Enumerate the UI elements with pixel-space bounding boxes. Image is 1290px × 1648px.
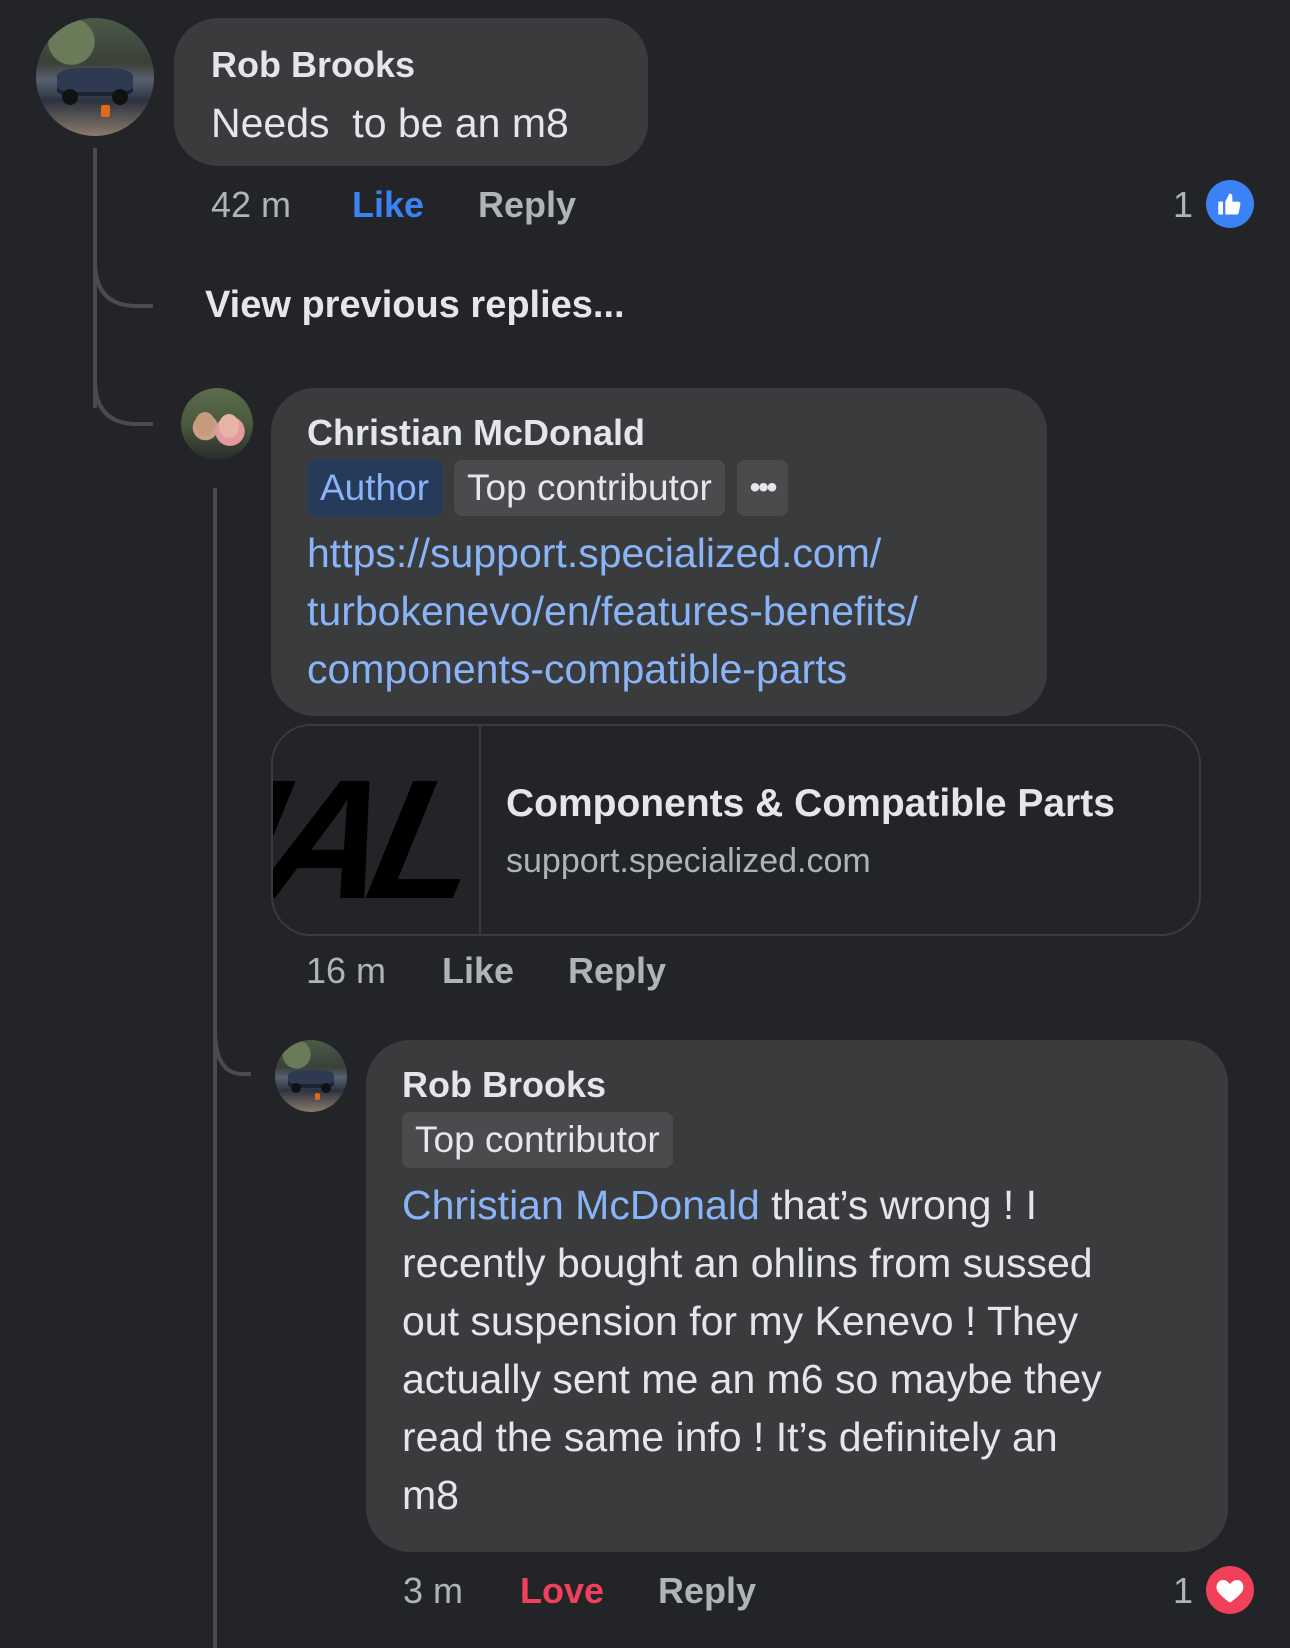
- avatar-christian-mcdonald[interactable]: [181, 388, 253, 460]
- comment-text-segment: that’s wrong ! I: [759, 1182, 1038, 1228]
- reply-button[interactable]: Reply: [478, 184, 576, 226]
- comment-text-line: recently bought an ohlins from sussed: [402, 1240, 1093, 1286]
- comment-time[interactable]: 3 m: [403, 1570, 463, 1612]
- face-shape: [195, 412, 215, 436]
- comment-author[interactable]: Rob Brooks: [402, 1064, 606, 1106]
- link-line[interactable]: https://support.specialized.com/: [307, 524, 918, 582]
- car-wheel: [321, 1083, 332, 1094]
- mention-link[interactable]: Christian McDonald: [402, 1182, 760, 1228]
- link-line[interactable]: components-compatible-parts: [307, 640, 918, 698]
- top-contributor-badge[interactable]: Top contributor: [402, 1112, 673, 1168]
- heart-icon[interactable]: [1206, 1566, 1254, 1614]
- cone-shape: [314, 1093, 321, 1101]
- reaction-count[interactable]: 1: [1173, 1570, 1193, 1612]
- thread-branch-christian: [93, 350, 153, 426]
- avatar-rob-brooks[interactable]: [36, 18, 154, 136]
- link-preview-thumbnail: IAL: [273, 726, 481, 934]
- view-previous-replies-link[interactable]: View previous replies...: [205, 284, 625, 327]
- face-shape: [219, 414, 239, 438]
- cone-shape: [100, 105, 111, 118]
- comment-author[interactable]: Christian McDonald: [307, 412, 645, 454]
- link-preview-card[interactable]: IAL Components & Compatible Parts suppor…: [271, 724, 1201, 936]
- top-contributor-badge[interactable]: Top contributor: [454, 460, 725, 516]
- link-line[interactable]: turbokenevo/en/features-benefits/: [307, 582, 918, 640]
- comment-text-line: m8: [402, 1472, 459, 1518]
- love-button[interactable]: Love: [520, 1570, 604, 1612]
- comment-text-line: read the same info ! It’s definitely an: [402, 1414, 1058, 1460]
- car-wheel: [111, 88, 129, 106]
- comment-text-line: actually sent me an m6 so maybe they: [402, 1356, 1102, 1402]
- reply-button[interactable]: Reply: [568, 950, 666, 992]
- thread-branch-rob-reply: [213, 1000, 251, 1076]
- car-wheel: [61, 88, 79, 106]
- author-badge[interactable]: Author: [307, 460, 443, 516]
- more-badges-button[interactable]: •••: [736, 460, 789, 516]
- comment-link[interactable]: https://support.specialized.com/ turboke…: [307, 524, 918, 698]
- link-preview-title: Components & Compatible Parts: [506, 782, 1115, 825]
- comment-author[interactable]: Rob Brooks: [211, 44, 415, 86]
- thread-branch-view-previous: [93, 240, 153, 308]
- avatar-rob-brooks[interactable]: [275, 1040, 347, 1112]
- thumbnail-logo-text: IAL: [273, 745, 481, 934]
- thumbs-up-icon[interactable]: [1206, 180, 1254, 228]
- comment-bubble[interactable]: Christian McDonald Author Top contributo…: [271, 388, 1047, 716]
- comment-text-line: out suspension for my Kenevo ! They: [402, 1298, 1079, 1344]
- comment-time[interactable]: 16 m: [306, 950, 386, 992]
- comment-text: Christian McDonald that’s wrong ! I rece…: [402, 1176, 1202, 1524]
- link-preview-domain: support.specialized.com: [506, 842, 871, 880]
- badge-row: Author Top contributor •••: [307, 460, 789, 516]
- comment-text-line: Christian McDonald that’s wrong ! I: [402, 1176, 1202, 1234]
- comment-text: Needs to be an m8: [211, 100, 569, 146]
- comment-time[interactable]: 42 m: [211, 184, 291, 226]
- like-button[interactable]: Like: [442, 950, 514, 992]
- reply-button[interactable]: Reply: [658, 1570, 756, 1612]
- like-button[interactable]: Like: [352, 184, 424, 226]
- comment-bubble[interactable]: Rob Brooks Needs to be an m8: [174, 18, 648, 166]
- car-wheel: [290, 1083, 301, 1094]
- reaction-count[interactable]: 1: [1173, 184, 1193, 226]
- comment-bubble[interactable]: Rob Brooks Top contributor Christian McD…: [366, 1040, 1228, 1552]
